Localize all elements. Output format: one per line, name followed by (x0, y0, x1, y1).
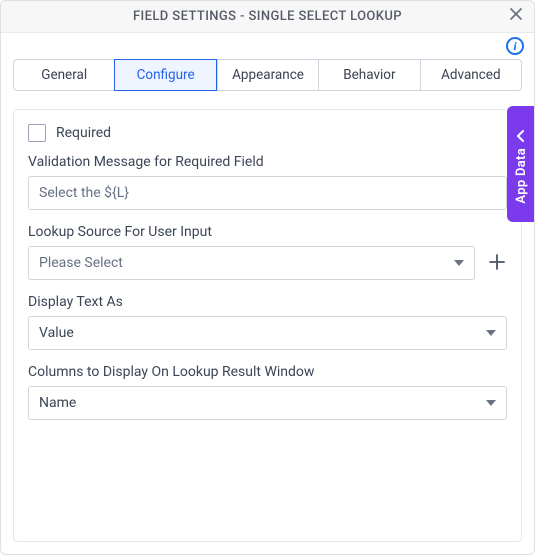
lookup-source-row: Lookup Source For User Input Please Sele… (28, 224, 507, 280)
add-lookup-source-button[interactable] (487, 253, 507, 273)
columns-value: Name (39, 395, 76, 411)
display-text-value: Value (39, 325, 74, 341)
tab-advanced[interactable]: Advanced (420, 59, 522, 91)
tab-appearance[interactable]: Appearance (217, 59, 318, 91)
app-data-label: App Data (514, 148, 529, 204)
modal-header: FIELD SETTINGS - SINGLE SELECT LOOKUP (1, 1, 534, 33)
tabs: General Configure Appearance Behavior Ad… (13, 59, 522, 91)
field-settings-modal: FIELD SETTINGS - SINGLE SELECT LOOKUP i … (0, 0, 535, 555)
validation-message-label: Validation Message for Required Field (28, 154, 507, 170)
tab-general[interactable]: General (13, 59, 114, 91)
chevron-down-icon (486, 400, 496, 406)
chevron-left-icon (507, 130, 535, 142)
close-icon (509, 7, 523, 26)
lookup-source-value: Please Select (39, 255, 123, 271)
plus-icon (488, 253, 506, 274)
info-row: i (1, 33, 534, 55)
info-icon[interactable]: i (506, 37, 524, 55)
configure-panel: Required Validation Message for Required… (13, 109, 522, 542)
tab-configure[interactable]: Configure (114, 59, 216, 91)
required-label: Required (56, 125, 111, 141)
lookup-source-label: Lookup Source For User Input (28, 224, 507, 240)
lookup-source-select[interactable]: Please Select (28, 246, 475, 280)
modal-title: FIELD SETTINGS - SINGLE SELECT LOOKUP (133, 9, 402, 24)
display-text-row: Display Text As Value (28, 294, 507, 350)
required-checkbox[interactable] (28, 124, 46, 142)
columns-select[interactable]: Name (28, 386, 507, 420)
tabs-container: General Configure Appearance Behavior Ad… (1, 55, 534, 91)
validation-message-row: Validation Message for Required Field Se… (28, 154, 507, 210)
validation-message-value: Select the ${L} (39, 185, 129, 201)
close-button[interactable] (506, 7, 526, 27)
columns-row: Columns to Display On Lookup Result Wind… (28, 364, 507, 420)
chevron-down-icon (454, 260, 464, 266)
required-row: Required (28, 124, 507, 142)
validation-message-input[interactable]: Select the ${L} (28, 176, 507, 210)
app-data-side-tab[interactable]: App Data (507, 106, 535, 222)
columns-label: Columns to Display On Lookup Result Wind… (28, 364, 507, 380)
tab-behavior[interactable]: Behavior (318, 59, 419, 91)
display-text-label: Display Text As (28, 294, 507, 310)
chevron-down-icon (486, 330, 496, 336)
display-text-select[interactable]: Value (28, 316, 507, 350)
